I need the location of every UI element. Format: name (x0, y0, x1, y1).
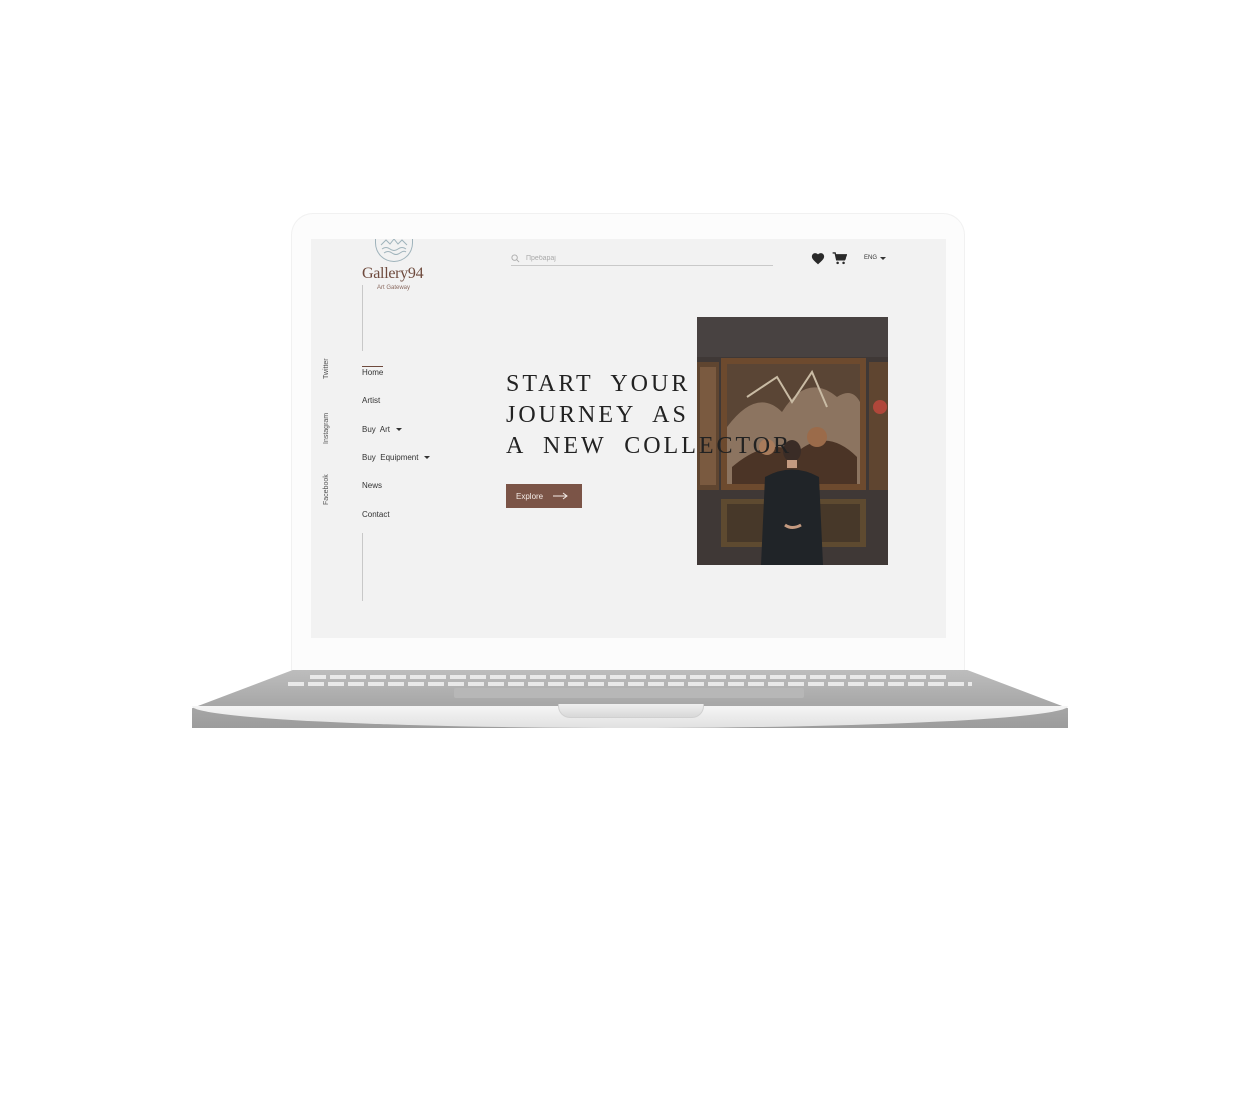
website-screen: Gallery94 Art Gateway Home Artist Buy Ar… (311, 239, 946, 638)
nav-item-label: Buy Art (362, 425, 391, 434)
social-link-instagram[interactable]: Instagram (323, 413, 330, 444)
nav-item-label: Artist (362, 396, 381, 405)
nav-item-artist[interactable]: Artist (362, 396, 380, 405)
nav-item-label: Buy Equipment (362, 453, 419, 462)
language-selector[interactable]: ENG (864, 255, 887, 261)
cart-icon[interactable] (832, 252, 847, 265)
chevron-down-icon (396, 428, 403, 431)
explore-button-label: Explore (516, 491, 544, 501)
nav-item-label: News (362, 481, 383, 490)
search-bar (511, 251, 773, 266)
nav-item-contact[interactable]: Contact (362, 510, 390, 519)
search-icon[interactable] (511, 253, 520, 263)
logo-subtitle: Art Gateway (377, 285, 411, 291)
hero-headline-line: JOURNEY AS (506, 402, 689, 428)
language-label: ENG (864, 255, 878, 261)
nav-item-news[interactable]: News (362, 481, 382, 490)
chevron-down-icon (880, 256, 887, 260)
nav-item-label: Contact (362, 510, 390, 519)
nav-item-home[interactable]: Home (362, 368, 383, 377)
social-link-facebook[interactable]: Facebook (323, 474, 330, 505)
explore-button[interactable]: Explore (506, 484, 582, 508)
heart-icon[interactable] (811, 252, 825, 265)
nav-item-label: Home (362, 368, 384, 377)
hero-headline-line: A NEW COLLECTOR (506, 433, 793, 459)
logo-text[interactable]: Gallery94 (362, 265, 424, 283)
laptop-base (192, 668, 1068, 730)
nav-item-buy-art[interactable]: Buy Art (362, 425, 403, 434)
nav-active-indicator (362, 366, 383, 367)
laptop-opening-notch (558, 704, 704, 718)
nav-divider-top (362, 285, 363, 351)
social-link-twitter[interactable]: Twitter (323, 358, 330, 379)
nav-divider-bottom (362, 533, 363, 601)
keyboard-row (310, 675, 950, 679)
logo-icon[interactable] (375, 239, 413, 262)
nav-item-buy-equipment[interactable]: Buy Equipment (362, 453, 431, 462)
hero-headline: START YOUR JOURNEY AS A NEW COLLECTOR (506, 369, 792, 462)
keyboard-row (288, 682, 972, 686)
trackpad (454, 688, 804, 698)
arrow-right-icon (553, 492, 568, 500)
chevron-down-icon (424, 456, 431, 459)
search-input[interactable] (526, 254, 726, 262)
hero-headline-line: START YOUR (506, 371, 691, 397)
